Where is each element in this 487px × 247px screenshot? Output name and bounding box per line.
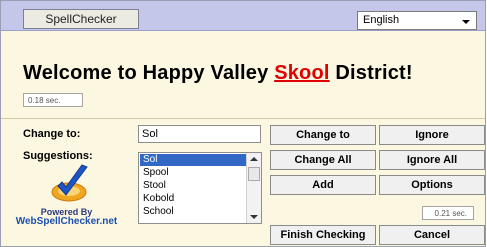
timer-top: 0.18 sec. [23, 93, 83, 107]
top-bar: SpellChecker English [1, 1, 485, 31]
scroll-thumb[interactable] [248, 167, 260, 181]
cancel-button[interactable]: Cancel [379, 225, 485, 245]
add-button[interactable]: Add [270, 175, 376, 195]
tab-spellchecker[interactable]: SpellChecker [23, 9, 139, 29]
language-select[interactable]: English [357, 11, 477, 30]
change-to-button[interactable]: Change to [270, 125, 376, 145]
options-button[interactable]: Options [379, 175, 485, 195]
suggestion-item[interactable]: School [140, 206, 247, 218]
powered-by: Powered By WebSpellChecker.net [1, 207, 132, 227]
webspellchecker-link[interactable]: WebSpellChecker.net [1, 217, 132, 227]
sentence-after: District! [329, 62, 413, 84]
divider [1, 118, 485, 119]
suggestions-scrollbar[interactable] [246, 153, 261, 223]
checkmark-logo-icon [51, 164, 88, 202]
change-to-input[interactable]: Sol [138, 125, 261, 143]
spellchecker-dialog: SpellChecker English Welcome to Happy Va… [0, 0, 486, 247]
chevron-down-icon [462, 20, 470, 24]
tab-label: SpellChecker [45, 12, 117, 26]
suggestion-item[interactable]: Kobold [140, 193, 247, 205]
ignore-button[interactable]: Ignore [379, 125, 485, 145]
change-to-label: Change to: [23, 128, 81, 140]
suggestion-item-selected[interactable]: Sol [140, 154, 247, 166]
finish-checking-button[interactable]: Finish Checking [270, 225, 376, 245]
change-all-button[interactable]: Change All [270, 150, 376, 170]
scroll-up-icon[interactable] [250, 157, 258, 161]
misspelled-word: Skool [274, 62, 330, 84]
scroll-down-icon[interactable] [250, 215, 258, 219]
suggestions-label: Suggestions: [23, 150, 93, 162]
ignore-all-button[interactable]: Ignore All [379, 150, 485, 170]
suggestions-list[interactable]: Sol Spool Stool Kobold School [138, 152, 262, 224]
sentence-before: Welcome to Happy Valley [23, 62, 275, 84]
language-value: English [363, 14, 400, 26]
suggestion-item[interactable]: Spool [140, 167, 247, 179]
suggestion-item[interactable]: Stool [140, 180, 247, 192]
timer-bottom: 0.21 sec. [422, 206, 474, 220]
checked-sentence: Welcome to Happy Valley Skool District! [23, 62, 413, 85]
